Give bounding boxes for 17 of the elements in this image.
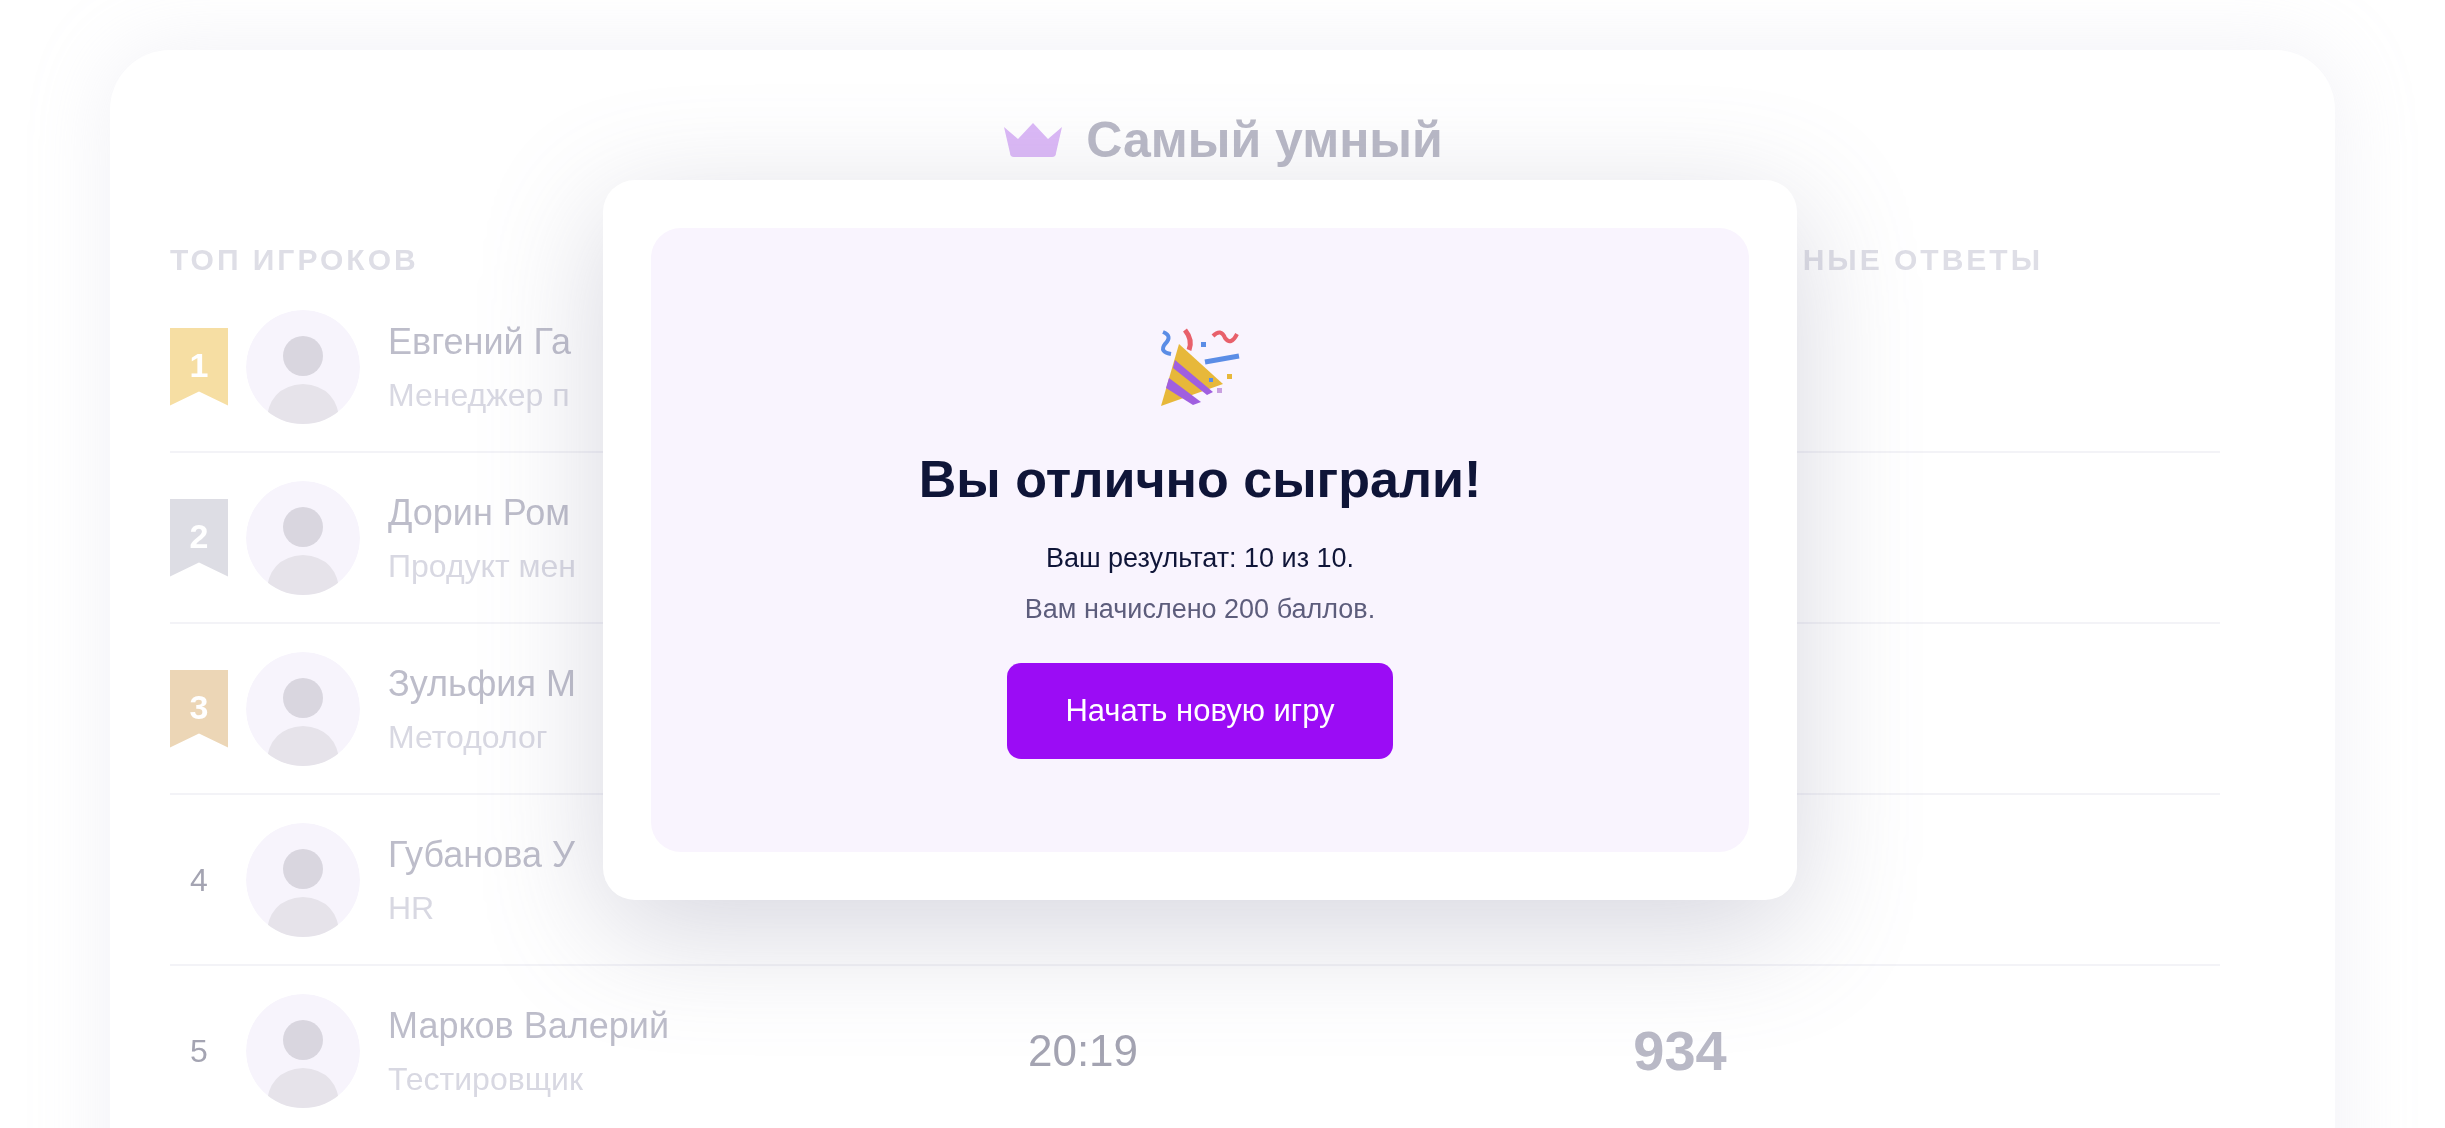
game-time: 20:19 [1027, 1024, 1139, 1077]
player-name: Дорин Ром [388, 490, 572, 535]
player-name: Зульфия М [388, 661, 577, 706]
player-name: Евгений Га [388, 319, 573, 364]
result-heading: Вы отлично сыграли! [918, 449, 1482, 510]
player-name: Марков Валерий [388, 1003, 671, 1048]
crown-icon [1002, 121, 1065, 159]
points-text: Вам начислено 200 баллов. [1024, 592, 1376, 626]
score: 934 [1633, 1017, 1727, 1084]
leaderboard-title: Самый умный [1086, 110, 1443, 170]
rank-ribbon: 3 [170, 669, 228, 748]
rank-number: 5 [190, 1031, 208, 1071]
rank-ribbon: 1 [170, 327, 228, 406]
rank-number: 4 [190, 860, 208, 900]
result-score: Ваш результат: 10 из 10. [1045, 542, 1355, 575]
new-game-button[interactable]: Начать новую игру [1007, 663, 1393, 759]
player-name: Губанова У [388, 832, 576, 877]
